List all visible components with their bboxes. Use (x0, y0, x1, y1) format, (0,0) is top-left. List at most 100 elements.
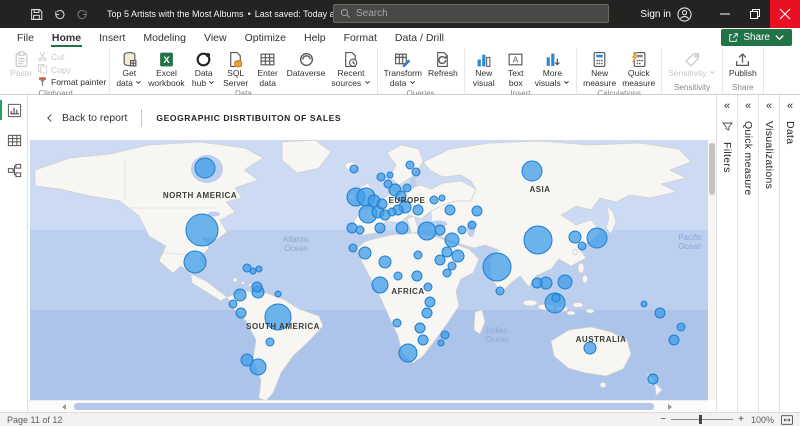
sign-in-button[interactable]: Sign in (640, 7, 692, 22)
sales-bubble[interactable] (393, 319, 401, 327)
format-painter-button[interactable]: Format painter (37, 76, 106, 89)
expand-panel-icon[interactable]: « (766, 101, 772, 112)
get-data-button[interactable]: Getdata (113, 48, 145, 89)
refresh-button[interactable]: Refresh (425, 48, 461, 89)
sales-bubble[interactable] (441, 331, 449, 339)
close-button[interactable] (770, 0, 800, 28)
enter-data-button[interactable]: Enterdata (252, 48, 284, 89)
sales-bubble[interactable] (424, 283, 432, 291)
sales-bubble[interactable] (442, 247, 452, 257)
sales-bubble[interactable] (377, 199, 387, 209)
sales-bubble[interactable] (377, 173, 385, 181)
sales-bubble[interactable] (412, 271, 422, 281)
sales-bubble[interactable] (347, 223, 357, 233)
sales-bubble[interactable] (415, 323, 425, 333)
panel-quick-measure[interactable]: «Quick measure (737, 95, 758, 412)
sales-bubble[interactable] (241, 354, 253, 366)
sales-bubble[interactable] (379, 256, 391, 268)
sales-bubble[interactable] (418, 335, 428, 345)
restore-button[interactable] (740, 0, 770, 28)
panel-visualizations[interactable]: «Visualizations (758, 95, 779, 412)
copy-button[interactable]: Copy (37, 64, 106, 77)
paste-button[interactable]: Paste (5, 48, 37, 89)
sales-bubble[interactable] (266, 338, 274, 346)
vertical-scrollbar[interactable] (708, 140, 716, 400)
new-visual-button[interactable]: Newvisual (468, 48, 500, 89)
sales-bubble[interactable] (252, 282, 262, 292)
sales-bubble[interactable] (184, 251, 206, 273)
sales-bubble[interactable] (406, 161, 414, 169)
sales-bubble[interactable] (234, 289, 246, 301)
sales-bubble[interactable] (439, 195, 445, 201)
transform-data-button[interactable]: Transformdata (381, 48, 425, 89)
sales-bubble[interactable] (422, 308, 432, 318)
report-view-button[interactable] (0, 95, 28, 125)
sales-bubble[interactable] (430, 196, 438, 204)
zoom-thumb[interactable] (699, 415, 702, 424)
sales-bubble[interactable] (256, 266, 262, 272)
undo-icon[interactable] (53, 8, 66, 21)
sales-bubble[interactable] (375, 223, 385, 233)
sales-bubble[interactable] (229, 300, 237, 308)
sales-bubble[interactable] (677, 323, 685, 331)
sales-bubble[interactable] (655, 308, 665, 318)
sales-bubble[interactable] (275, 291, 281, 297)
tab-optimize[interactable]: Optimize (236, 28, 295, 47)
zoom-track[interactable] (671, 419, 733, 420)
tab-help[interactable]: Help (295, 28, 335, 47)
sales-bubble[interactable] (250, 268, 256, 274)
search-input[interactable] (356, 8, 602, 19)
tab-modeling[interactable]: Modeling (134, 28, 195, 47)
sales-bubble[interactable] (403, 184, 411, 192)
sales-bubble[interactable] (524, 226, 552, 254)
back-to-report-link[interactable]: Back to report (45, 112, 127, 124)
sales-bubble[interactable] (384, 180, 392, 188)
sales-bubble[interactable] (496, 287, 504, 295)
recent-sources-button[interactable]: Recentsources (328, 48, 373, 89)
panel-data[interactable]: «Data (779, 95, 800, 412)
fit-to-page-button[interactable] (781, 415, 793, 425)
sales-bubble[interactable] (186, 214, 218, 246)
tab-data-drill[interactable]: Data / Drill (386, 28, 453, 47)
sales-bubble[interactable] (445, 233, 459, 247)
sales-bubble[interactable] (435, 255, 445, 265)
sales-bubble[interactable] (641, 301, 647, 307)
sales-bubble[interactable] (448, 262, 456, 270)
dataverse-button[interactable]: Dataverse (284, 48, 329, 89)
sales-bubble[interactable] (452, 250, 464, 262)
more-visuals-button[interactable]: Morevisuals (532, 48, 573, 89)
sales-bubble[interactable] (414, 251, 422, 259)
sales-bubble[interactable] (195, 158, 215, 178)
sales-bubble[interactable] (669, 335, 679, 345)
tab-view[interactable]: View (195, 28, 236, 47)
tab-insert[interactable]: Insert (90, 28, 134, 47)
sales-bubble[interactable] (443, 269, 451, 277)
sales-bubble[interactable] (350, 165, 358, 173)
sales-bubble[interactable] (648, 374, 658, 384)
sales-bubble[interactable] (552, 294, 560, 302)
sales-bubble[interactable] (578, 242, 586, 250)
sales-bubble[interactable] (412, 168, 420, 176)
minimize-button[interactable] (710, 0, 740, 28)
vertical-scrollbar-thumb[interactable] (709, 143, 715, 195)
sales-bubble[interactable] (532, 278, 542, 288)
save-icon[interactable] (30, 8, 43, 21)
sql-server-button[interactable]: SQLServer (220, 48, 252, 89)
quick-measure-button[interactable]: Quickmeasure (619, 48, 658, 89)
search-box[interactable] (333, 4, 609, 23)
model-view-button[interactable] (0, 155, 28, 185)
sales-bubble[interactable] (458, 226, 466, 234)
zoom-slider[interactable]: − + (660, 415, 744, 425)
horizontal-scrollbar[interactable] (28, 400, 708, 411)
sales-bubble[interactable] (359, 247, 371, 259)
publish-button[interactable]: Publish (726, 48, 760, 83)
scroll-right-arrow[interactable] (668, 404, 672, 410)
tab-file[interactable]: File (8, 28, 43, 47)
map-visual[interactable]: AtlanticOceanIndianOceanPacificOcean NOR… (30, 140, 708, 400)
sensitivity-button[interactable]: Sensitivity (665, 48, 719, 83)
sales-bubble[interactable] (483, 253, 511, 281)
sales-bubble[interactable] (372, 277, 388, 293)
sales-bubble[interactable] (388, 208, 396, 216)
panel-filters[interactable]: «Filters (716, 95, 737, 412)
sales-bubble[interactable] (569, 231, 581, 243)
